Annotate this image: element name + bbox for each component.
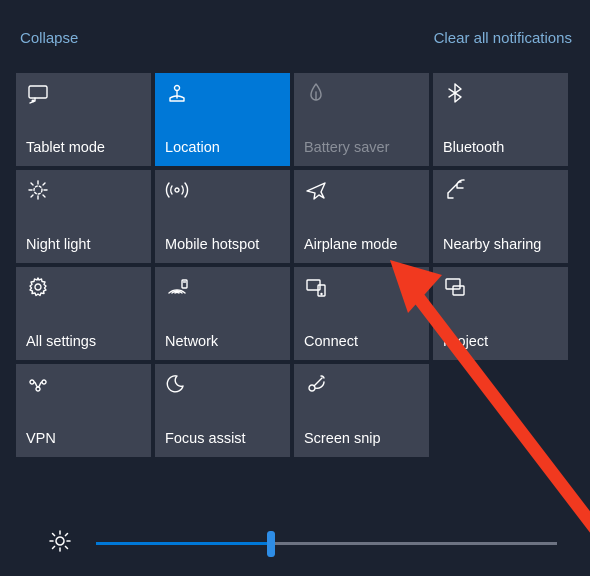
tile-label: Connect <box>304 334 419 350</box>
tile-location[interactable]: Location <box>155 73 290 166</box>
tile-label: All settings <box>26 334 141 350</box>
tile-label: Night light <box>26 237 141 253</box>
clear-notifications-link[interactable]: Clear all notifications <box>434 30 572 47</box>
tile-label: Screen snip <box>304 431 419 447</box>
screen-snip-icon <box>304 372 328 396</box>
tile-mobile-hotspot[interactable]: Mobile hotspot <box>155 170 290 263</box>
vpn-icon <box>26 372 50 396</box>
tile-project[interactable]: Project <box>433 267 568 360</box>
tile-vpn[interactable]: VPN <box>16 364 151 457</box>
tile-label: Tablet mode <box>26 140 141 156</box>
tile-label: Battery saver <box>304 140 419 156</box>
tile-night-light[interactable]: Night light <box>16 170 151 263</box>
tile-battery-saver[interactable]: Battery saver <box>294 73 429 166</box>
location-icon <box>165 81 189 105</box>
tile-nearby-sharing[interactable]: Nearby sharing <box>433 170 568 263</box>
project-icon <box>443 275 467 299</box>
tile-focus-assist[interactable]: Focus assist <box>155 364 290 457</box>
tile-label: Nearby sharing <box>443 237 558 253</box>
brightness-row <box>0 529 590 558</box>
tile-label: VPN <box>26 431 141 447</box>
tile-label: Airplane mode <box>304 237 419 253</box>
quick-action-tiles: Tablet mode Location Battery saver Bluetoot… <box>0 73 590 457</box>
tile-connect[interactable]: Connect <box>294 267 429 360</box>
bluetooth-icon <box>443 81 467 105</box>
network-icon <box>165 275 189 299</box>
tile-network[interactable]: Network <box>155 267 290 360</box>
tile-screen-snip[interactable]: Screen snip <box>294 364 429 457</box>
tile-label: Focus assist <box>165 431 280 447</box>
tile-label: Bluetooth <box>443 140 558 156</box>
tile-label: Mobile hotspot <box>165 237 280 253</box>
mobile-hotspot-icon <box>165 178 189 202</box>
brightness-icon <box>48 529 72 558</box>
brightness-slider[interactable] <box>96 534 557 554</box>
tile-bluetooth[interactable]: Bluetooth <box>433 73 568 166</box>
tile-label: Network <box>165 334 280 350</box>
tile-airplane-mode[interactable]: Airplane mode <box>294 170 429 263</box>
tablet-mode-icon <box>26 81 50 105</box>
battery-saver-icon <box>304 81 328 105</box>
all-settings-icon <box>26 275 50 299</box>
tile-tablet-mode[interactable]: Tablet mode <box>16 73 151 166</box>
tile-all-settings[interactable]: All settings <box>16 267 151 360</box>
tile-label: Project <box>443 334 558 350</box>
connect-icon <box>304 275 328 299</box>
night-light-icon <box>26 178 50 202</box>
collapse-link[interactable]: Collapse <box>20 30 78 47</box>
airplane-mode-icon <box>304 178 328 202</box>
tile-label: Location <box>165 140 280 156</box>
nearby-sharing-icon <box>443 178 467 202</box>
focus-assist-icon <box>165 372 189 396</box>
